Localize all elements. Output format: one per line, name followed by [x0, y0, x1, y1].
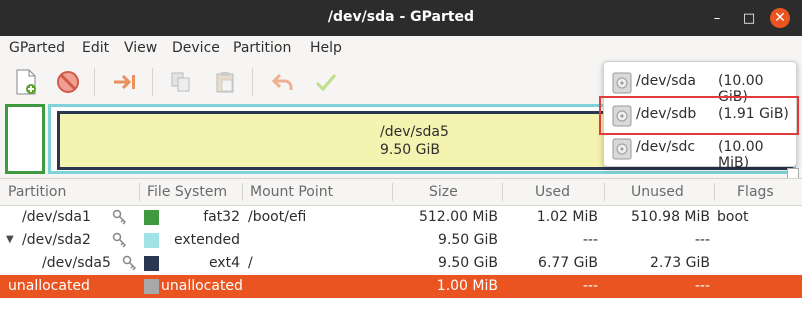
col-size[interactable]: Size — [429, 184, 458, 200]
col-divider — [139, 183, 140, 201]
menu-bar: GParted Edit View Device Partition Help — [0, 36, 802, 62]
device-name: /dev/sda — [636, 73, 696, 89]
partition-name-label: /dev/sda5 — [380, 124, 449, 140]
table-header: Partition File System Mount Point Size U… — [0, 179, 802, 206]
unused: --- — [694, 232, 710, 248]
partition-name: /dev/sda1 — [22, 209, 91, 225]
size: 9.50 GiB — [438, 232, 498, 248]
window-title: /dev/sda - GParted — [327, 9, 475, 25]
expander-arrow-icon[interactable]: ▼ — [6, 234, 14, 245]
filesystem: fat32 — [203, 209, 240, 225]
minimize-button[interactable]: – — [707, 8, 727, 28]
table-row[interactable]: /dev/sda5 ext4 / 9.50 GiB 6.77 GiB 2.73 … — [0, 252, 802, 275]
used: 6.77 GiB — [538, 255, 598, 271]
table-row[interactable]: ▼ /dev/sda2 extended 9.50 GiB --- --- — [0, 229, 802, 252]
filesystem: unallocated — [161, 278, 243, 294]
apply-icon[interactable] — [311, 67, 341, 97]
fs-color-swatch — [144, 256, 159, 271]
menu-help[interactable]: Help — [310, 40, 342, 56]
used: --- — [582, 232, 598, 248]
key-icon — [122, 255, 138, 275]
size: 1.00 MiB — [436, 278, 498, 294]
col-filesystem[interactable]: File System — [147, 184, 227, 200]
new-partition-icon[interactable] — [11, 67, 41, 97]
size: 9.50 GiB — [438, 255, 498, 271]
col-divider — [502, 183, 503, 201]
col-unused[interactable]: Unused — [631, 184, 684, 200]
filesystem: ext4 — [208, 255, 240, 271]
partition-name: /dev/sda5 — [42, 255, 111, 271]
key-icon — [112, 209, 128, 229]
paste-icon[interactable] — [210, 67, 240, 97]
menu-partition[interactable]: Partition — [233, 40, 291, 56]
used: --- — [582, 278, 598, 294]
toolbar-separator — [94, 68, 95, 96]
undo-icon[interactable] — [268, 67, 298, 97]
menu-device[interactable]: Device — [172, 40, 220, 56]
unused: 2.73 GiB — [650, 255, 710, 271]
mount-point: /boot/efi — [248, 209, 307, 225]
fs-color-swatch — [144, 210, 159, 225]
size: 512.00 MiB — [418, 209, 498, 225]
title-bar: /dev/sda - GParted – □ ✕ — [0, 0, 802, 36]
used: 1.02 MiB — [536, 209, 598, 225]
partition-name: /dev/sda2 — [22, 232, 91, 248]
copy-icon[interactable] — [166, 67, 196, 97]
menu-edit[interactable]: Edit — [82, 40, 109, 56]
highlight-box — [599, 96, 799, 135]
col-divider — [242, 183, 243, 201]
col-divider — [604, 183, 605, 201]
menu-view[interactable]: View — [124, 40, 157, 56]
table-row-selected[interactable]: unallocated unallocated 1.00 MiB --- --- — [0, 275, 802, 298]
device-size: (10.00 MiB) — [718, 139, 764, 171]
toolbar-separator — [252, 68, 253, 96]
fs-color-swatch — [144, 279, 159, 294]
hard-disk-icon — [612, 138, 632, 164]
resize-move-icon[interactable] — [110, 67, 140, 97]
col-mount-point[interactable]: Mount Point — [250, 184, 333, 200]
col-partition[interactable]: Partition — [8, 184, 66, 200]
table-row[interactable]: /dev/sda1 fat32 /boot/efi 512.00 MiB 1.0… — [0, 206, 802, 229]
flags: boot — [717, 209, 749, 225]
unallocated-block[interactable] — [5, 104, 45, 174]
key-icon — [112, 232, 128, 252]
close-button[interactable]: ✕ — [770, 8, 790, 28]
partition-size-label: 9.50 GiB — [380, 142, 440, 158]
partition-table: Partition File System Mount Point Size U… — [0, 178, 802, 334]
toolbar-separator — [152, 68, 153, 96]
unused: --- — [694, 278, 710, 294]
col-used[interactable]: Used — [535, 184, 570, 200]
device-item-sda[interactable]: /dev/sda (10.00 GiB) — [604, 66, 796, 105]
menu-gparted[interactable]: GParted — [9, 40, 65, 56]
maximize-button[interactable]: □ — [739, 8, 759, 28]
col-divider — [714, 183, 715, 201]
filesystem: extended — [173, 232, 240, 248]
partition-name: unallocated — [8, 278, 90, 294]
unused: 510.98 MiB — [630, 209, 710, 225]
device-name: /dev/sdc — [636, 139, 696, 155]
col-flags[interactable]: Flags — [737, 184, 774, 200]
hard-disk-icon — [612, 72, 632, 98]
device-item-sdc[interactable]: /dev/sdc (10.00 MiB) — [604, 132, 796, 171]
fs-color-swatch — [144, 233, 159, 248]
col-divider — [392, 183, 393, 201]
delete-icon[interactable] — [53, 67, 83, 97]
mount-point: / — [248, 255, 253, 271]
